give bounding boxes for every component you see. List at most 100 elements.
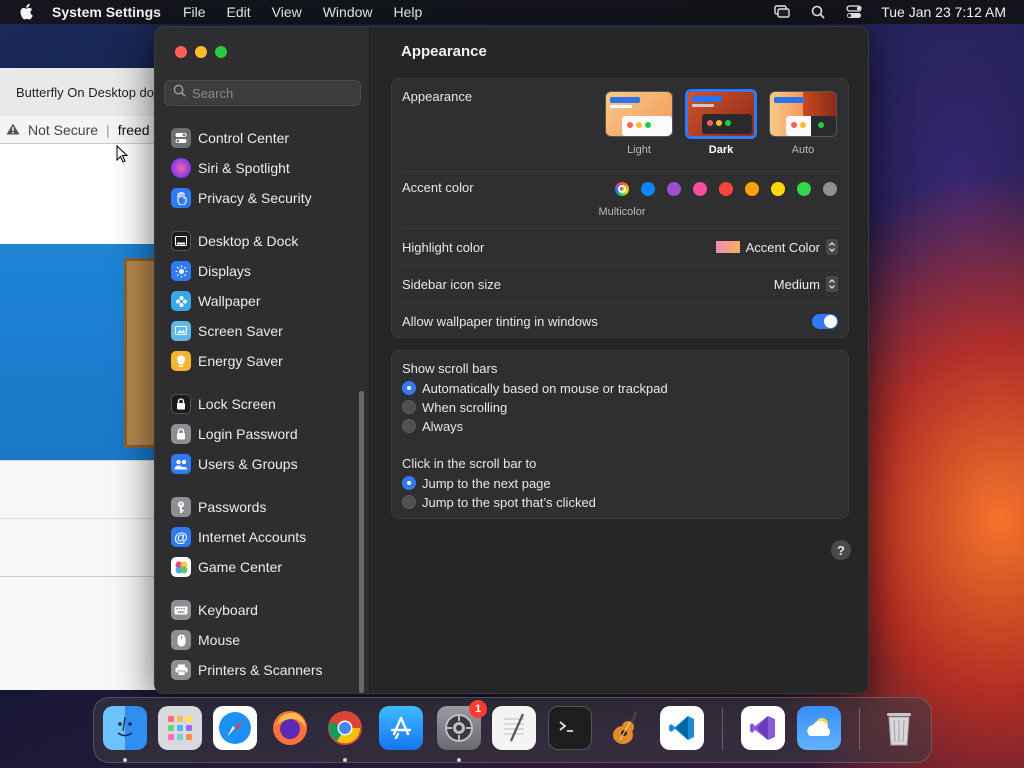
radio-selected[interactable] bbox=[402, 381, 416, 395]
system-settings-icon[interactable]: 1 bbox=[437, 700, 487, 750]
apple-menu-icon[interactable] bbox=[18, 3, 36, 21]
menu-help[interactable]: Help bbox=[394, 4, 423, 20]
zoom-window-button[interactable] bbox=[215, 46, 227, 58]
search-input[interactable] bbox=[192, 85, 352, 101]
textedit-icon[interactable] bbox=[492, 706, 536, 750]
sidebar-item-label: Game Center bbox=[198, 559, 283, 575]
dock-separator bbox=[722, 708, 723, 750]
appearance-auto-option[interactable] bbox=[769, 91, 837, 137]
lock-icon bbox=[171, 394, 191, 414]
menu-view[interactable]: View bbox=[272, 4, 302, 20]
running-indicator bbox=[123, 758, 127, 762]
safari-icon[interactable] bbox=[213, 706, 257, 750]
sidebar-item-printers-scanners[interactable]: Printers & Scanners bbox=[171, 658, 359, 682]
sidebar-item-users-groups[interactable]: Users & Groups bbox=[171, 452, 359, 476]
launchpad-icon[interactable] bbox=[158, 706, 202, 750]
radio-label: Jump to the spot that’s clicked bbox=[422, 494, 596, 510]
finder-icon[interactable] bbox=[103, 706, 147, 750]
sidebar-icon-size-popup[interactable]: Medium bbox=[774, 276, 838, 292]
radio-unselected[interactable] bbox=[402, 495, 416, 509]
radio-label: Automatically based on mouse or trackpad bbox=[422, 380, 668, 396]
sidebar-item-lock-screen[interactable]: Lock Screen bbox=[171, 392, 359, 416]
appearance-dark-option[interactable] bbox=[685, 89, 757, 139]
control-center-menu-icon[interactable] bbox=[845, 4, 863, 20]
screen-mirroring-icon[interactable] bbox=[773, 4, 791, 20]
scroll-bars-group: Show scroll bars Automatically based on … bbox=[391, 350, 849, 519]
sidebar-item-game-center[interactable]: Game Center bbox=[171, 555, 359, 579]
garageband-icon[interactable] bbox=[604, 706, 648, 750]
weather-icon[interactable] bbox=[797, 706, 841, 750]
accent-graphite-swatch[interactable] bbox=[823, 182, 837, 196]
multicolor-label: Multicolor bbox=[598, 206, 646, 218]
flower-icon bbox=[171, 291, 191, 311]
sidebar-item-privacy-security[interactable]: Privacy & Security bbox=[171, 186, 359, 210]
appearance-light-option[interactable] bbox=[605, 91, 673, 137]
window-controls bbox=[175, 46, 227, 58]
visual-studio-icon[interactable] bbox=[741, 706, 785, 750]
vscode-icon[interactable] bbox=[660, 706, 704, 750]
sidebar-item-control-center[interactable]: Control Center bbox=[171, 126, 359, 150]
notification-badge: 1 bbox=[469, 700, 487, 718]
firefox-icon[interactable] bbox=[268, 706, 312, 750]
chevron-up-down-icon bbox=[826, 276, 838, 292]
menu-clock[interactable]: Tue Jan 23 7:12 AM bbox=[881, 4, 1006, 20]
menu-edit[interactable]: Edit bbox=[227, 4, 251, 20]
click-jump-next-page-option[interactable]: Jump to the next page bbox=[402, 474, 551, 492]
sidebar-item-displays[interactable]: Displays bbox=[171, 259, 359, 283]
sidebar-item-screen-saver[interactable]: Screen Saver bbox=[171, 319, 359, 343]
scroll-bars-when-scrolling-option[interactable]: When scrolling bbox=[402, 398, 507, 416]
minimize-window-button[interactable] bbox=[195, 46, 207, 58]
sidebar-item-label: Displays bbox=[198, 263, 251, 279]
help-button[interactable]: ? bbox=[831, 540, 851, 560]
sidebar-item-siri-spotlight[interactable]: Siri & Spotlight bbox=[171, 156, 359, 180]
menu-file[interactable]: File bbox=[183, 4, 206, 20]
sidebar-item-keyboard[interactable]: Keyboard bbox=[171, 598, 359, 622]
highlight-color-value: Accent Color bbox=[745, 239, 820, 255]
radio-selected[interactable] bbox=[402, 476, 416, 490]
sidebar-item-internet-accounts[interactable]: @ Internet Accounts bbox=[171, 525, 359, 549]
sidebar-list: Control Center Siri & Spotlight Privacy … bbox=[155, 113, 370, 693]
radio-unselected[interactable] bbox=[402, 419, 416, 433]
sidebar-item-wallpaper[interactable]: Wallpaper bbox=[171, 289, 359, 313]
spotlight-search-icon[interactable] bbox=[809, 4, 827, 20]
click-jump-to-spot-option[interactable]: Jump to the spot that’s clicked bbox=[402, 493, 596, 511]
close-window-button[interactable] bbox=[175, 46, 187, 58]
sidebar-item-passwords[interactable]: Passwords bbox=[171, 495, 359, 519]
menu-bar: System Settings File Edit View Window He… bbox=[0, 0, 1024, 24]
terminal-icon[interactable] bbox=[548, 706, 592, 750]
chrome-icon[interactable] bbox=[323, 706, 367, 750]
sidebar-item-label: Mouse bbox=[198, 632, 241, 648]
page-white-area bbox=[0, 460, 160, 690]
highlight-color-popup[interactable]: Accent Color bbox=[715, 239, 838, 255]
radio-unselected[interactable] bbox=[402, 400, 416, 414]
sun-icon bbox=[171, 261, 191, 281]
menu-app-name[interactable]: System Settings bbox=[52, 4, 161, 20]
accent-multicolor-swatch[interactable] bbox=[615, 182, 629, 196]
sidebar-item-desktop-dock[interactable]: Desktop & Dock bbox=[171, 229, 359, 253]
browser-address-bar[interactable]: Not Secure | freed bbox=[0, 116, 160, 144]
sidebar-icon-size-value: Medium bbox=[773, 276, 820, 292]
appearance-dark-label: Dark bbox=[708, 144, 734, 156]
wallpaper-tinting-toggle[interactable] bbox=[812, 314, 838, 329]
browser-tab[interactable]: Butterfly On Desktop do bbox=[0, 68, 160, 116]
scroll-bars-always-option[interactable]: Always bbox=[402, 417, 463, 435]
sidebar-scrollbar[interactable] bbox=[359, 391, 364, 693]
mouse-icon bbox=[171, 630, 191, 650]
menu-window[interactable]: Window bbox=[323, 4, 373, 20]
sidebar-search[interactable] bbox=[164, 80, 361, 106]
accent-green-swatch[interactable] bbox=[797, 182, 811, 196]
accent-pink-swatch[interactable] bbox=[693, 182, 707, 196]
app-store-icon[interactable] bbox=[379, 706, 423, 750]
sidebar-item-energy-saver[interactable]: Energy Saver bbox=[171, 349, 359, 373]
sidebar-item-login-password[interactable]: Login Password bbox=[171, 422, 359, 446]
search-icon bbox=[173, 84, 186, 102]
sidebar-item-label: Energy Saver bbox=[198, 353, 283, 369]
scroll-bars-auto-option[interactable]: Automatically based on mouse or trackpad bbox=[402, 379, 668, 397]
trash-icon[interactable] bbox=[877, 706, 921, 750]
accent-purple-swatch[interactable] bbox=[667, 182, 681, 196]
accent-blue-swatch[interactable] bbox=[641, 182, 655, 196]
sidebar-item-mouse[interactable]: Mouse bbox=[171, 628, 359, 652]
accent-yellow-swatch[interactable] bbox=[771, 182, 785, 196]
accent-orange-swatch[interactable] bbox=[745, 182, 759, 196]
accent-red-swatch[interactable] bbox=[719, 182, 733, 196]
